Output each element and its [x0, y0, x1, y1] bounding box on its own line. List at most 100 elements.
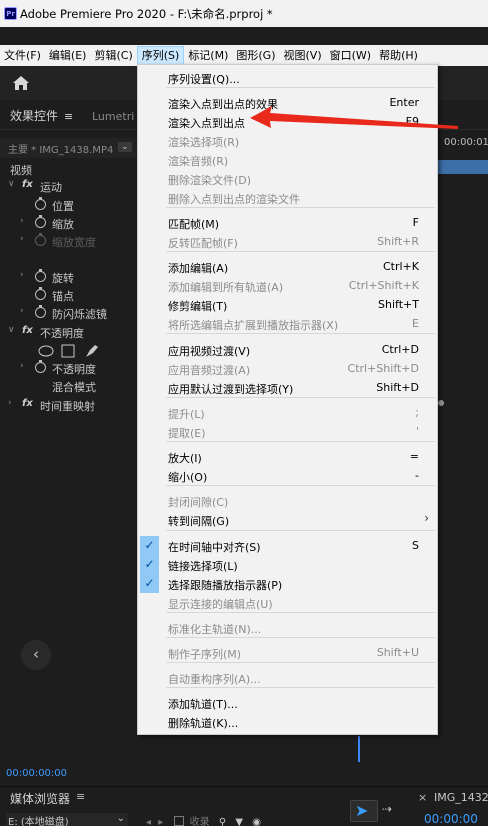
menu-item-label: 选择跟随播放指示器(P)	[168, 579, 283, 592]
keyframe-dot[interactable]	[438, 400, 444, 406]
menu-edit[interactable]: 编辑(E)	[45, 46, 91, 65]
menu-item-18[interactable]: 放大(I) =	[138, 447, 437, 466]
close-icon[interactable]: ×	[418, 791, 427, 804]
timeline-work-area-bar[interactable]	[438, 160, 488, 174]
menu-item-24[interactable]: ✓ 选择跟随播放指示器(P)	[138, 574, 437, 593]
track-select-icon[interactable]: ⇢	[382, 802, 392, 816]
prop-opacity[interactable]: › 不透明度	[0, 359, 140, 378]
menu-item-2[interactable]: 渲染入点到出点 F9	[138, 112, 437, 131]
menu-item-30[interactable]: 删除轨道(K)...	[138, 712, 437, 731]
menu-separator	[166, 441, 435, 442]
stopwatch-icon[interactable]	[35, 269, 46, 282]
menu-item-label: 渲染音频(R)	[168, 155, 229, 168]
menu-separator	[166, 251, 435, 252]
program-timecode[interactable]: 00:00:00	[424, 812, 478, 826]
menu-separator	[166, 687, 435, 688]
prop-blend-mode[interactable]: 混合模式	[0, 377, 140, 396]
menu-clip[interactable]: 剪辑(C)	[90, 46, 136, 65]
chevron-right-icon[interactable]: ›	[8, 398, 12, 408]
menu-item-9[interactable]: 添加编辑(A) Ctrl+K	[138, 257, 437, 276]
panel-menu-icon[interactable]: ≡	[76, 790, 85, 803]
fx-icon[interactable]: fx	[22, 179, 33, 190]
menu-item-label: 提升(L)	[168, 408, 205, 421]
filter-icon[interactable]: ▼	[235, 817, 243, 826]
home-icon[interactable]	[12, 75, 30, 91]
menu-item-label: 渲染入点到出点的效果	[168, 98, 278, 111]
stopwatch-icon[interactable]	[35, 305, 46, 318]
program-tab[interactable]: IMG_1432	[434, 791, 488, 804]
menu-window[interactable]: 窗口(W)	[326, 46, 375, 65]
back-icon[interactable]: ◂	[146, 817, 151, 826]
chevron-right-icon[interactable]: ›	[20, 361, 24, 371]
stopwatch-icon[interactable]	[35, 287, 46, 300]
effect-motion[interactable]: ∨ fx 运动	[0, 177, 140, 196]
fx-icon[interactable]: fx	[22, 325, 33, 336]
menu-item-23[interactable]: ✓ 链接选择项(L)	[138, 555, 437, 574]
menu-item-label: 封闭间隙(C)	[168, 496, 229, 509]
menu-item-0[interactable]: 序列设置(Q)...	[138, 68, 437, 87]
chevron-down-icon[interactable]: ⌄	[118, 142, 132, 152]
menu-item-label: 匹配帧(M)	[168, 218, 220, 231]
forward-icon[interactable]: ▸	[158, 817, 163, 826]
selection-arrow-icon[interactable]: ➤	[355, 801, 368, 820]
menu-item-22[interactable]: ✓ 在时间轴中对齐(S) S	[138, 536, 437, 555]
menu-item-label: 应用视频过渡(V)	[168, 345, 251, 358]
prop-blend-mode-label: 混合模式	[52, 381, 96, 394]
fx-icon[interactable]: fx	[22, 398, 33, 409]
video-header-label: 视频	[10, 164, 32, 177]
view-icon[interactable]: ◉	[252, 817, 261, 826]
prop-anchor[interactable]: 锚点	[0, 286, 140, 305]
menu-item-shortcut: Ctrl+Shift+K	[348, 279, 419, 292]
chevron-left-icon[interactable]: ‹	[21, 640, 51, 670]
prop-anti-flicker[interactable]: › 防闪烁滤镜	[0, 304, 140, 323]
playhead-line[interactable]	[358, 736, 360, 762]
pen-mask-icon[interactable]	[86, 345, 98, 357]
menu-marker[interactable]: 标记(M)	[184, 46, 232, 65]
stopwatch-icon[interactable]	[35, 215, 46, 228]
menu-item-4: 渲染音频(R)	[138, 150, 437, 169]
effect-opacity[interactable]: ∨ fx 不透明度	[0, 323, 140, 342]
tab-media-browser[interactable]: 媒体浏览器	[10, 790, 70, 807]
drive-select[interactable]: E: (本地磁盘) ⌄	[6, 813, 128, 826]
menu-item-15[interactable]: 应用默认过渡到选择项(Y) Shift+D	[138, 378, 437, 397]
tab-effect-controls[interactable]: 效果控件 ≡	[10, 107, 73, 124]
menu-item-label: 显示连接的编辑点(U)	[168, 598, 273, 611]
stopwatch-icon[interactable]	[35, 197, 46, 210]
menu-separator	[166, 87, 435, 88]
menu-item-shortcut: Enter	[389, 96, 419, 109]
effect-time-remap[interactable]: › fx 时间重映射	[0, 396, 140, 415]
chevron-down-icon[interactable]: ∨	[8, 325, 15, 335]
menu-file[interactable]: 文件(F)	[0, 46, 45, 65]
ellipse-mask-icon[interactable]	[38, 345, 54, 357]
chevron-right-icon[interactable]: ›	[20, 216, 24, 226]
prop-scale[interactable]: › 缩放	[0, 214, 140, 233]
menu-item-1[interactable]: 渲染入点到出点的效果 Enter	[138, 93, 437, 112]
menu-item-7[interactable]: 匹配帧(M) F	[138, 213, 437, 232]
menu-separator	[166, 207, 435, 208]
menu-graphics[interactable]: 图形(G)	[232, 46, 279, 65]
prop-opacity-label: 不透明度	[52, 363, 96, 376]
menu-help[interactable]: 帮助(H)	[375, 46, 422, 65]
wrench-icon[interactable]: ⚲	[219, 817, 226, 826]
menu-view[interactable]: 视图(V)	[280, 46, 326, 65]
prop-position[interactable]: 位置	[0, 196, 140, 215]
prop-rotation[interactable]: › 旋转	[0, 268, 140, 287]
menu-item-13[interactable]: 应用视频过渡(V) Ctrl+D	[138, 340, 437, 359]
panel-menu-icon[interactable]: ≡	[64, 110, 73, 123]
playhead-timecode[interactable]: 00:00:00:00	[6, 768, 67, 779]
menu-item-19[interactable]: 缩小(O) -	[138, 466, 437, 485]
ingest-checkbox[interactable]	[174, 816, 185, 826]
stopwatch-icon[interactable]	[35, 360, 46, 373]
chevron-right-icon[interactable]: ›	[20, 306, 24, 316]
menu-item-21[interactable]: 转到间隔(G) ›	[138, 510, 437, 529]
menu-item-11[interactable]: 修剪编辑(T) Shift+T	[138, 295, 437, 314]
menu-item-label: 修剪编辑(T)	[168, 300, 228, 313]
menu-item-label: 应用默认过渡到选择项(Y)	[168, 383, 294, 396]
chevron-down-icon[interactable]: ∨	[8, 179, 15, 189]
sequence-menu: 序列设置(Q)... 渲染入点到出点的效果 Enter 渲染入点到出点 F9 渲染选择项(…	[137, 64, 438, 735]
menu-item-29[interactable]: 添加轨道(T)...	[138, 693, 437, 712]
rect-mask-icon[interactable]	[61, 344, 75, 358]
chevron-right-icon[interactable]: ›	[20, 270, 24, 280]
prop-scale-width: › 缩放宽度	[0, 232, 140, 251]
menu-sequence[interactable]: 序列(S)	[136, 46, 185, 65]
